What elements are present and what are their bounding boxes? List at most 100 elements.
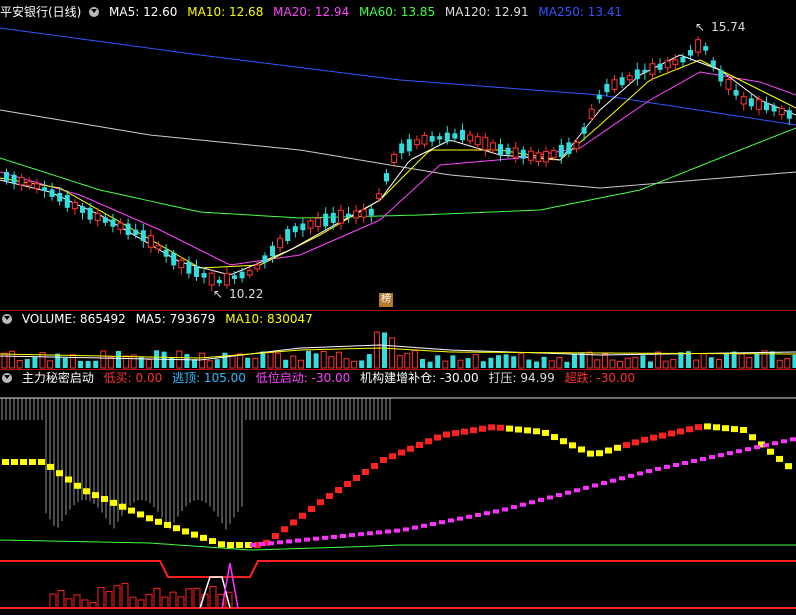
volume-bar bbox=[738, 353, 745, 369]
indicator-menu-icon[interactable] bbox=[2, 373, 12, 383]
ranking-badge[interactable]: 榜 bbox=[379, 293, 393, 307]
candle-body bbox=[26, 181, 33, 187]
volume-label: VOLUME: 865492 bbox=[21, 312, 126, 326]
indicator-block bbox=[668, 430, 675, 437]
indicator-block bbox=[362, 469, 369, 475]
candle-body bbox=[337, 209, 344, 224]
indicator-block bbox=[416, 442, 423, 448]
indicator-block bbox=[380, 457, 387, 463]
candle-body bbox=[452, 133, 458, 139]
indicator-bar bbox=[105, 591, 113, 609]
indicator-dot bbox=[466, 514, 472, 519]
candle-body bbox=[740, 96, 747, 105]
volume-bar bbox=[267, 351, 274, 369]
candle-body bbox=[710, 60, 716, 67]
indicator-dot bbox=[610, 478, 616, 483]
indicator-dot bbox=[412, 525, 418, 530]
indicator-bar bbox=[73, 594, 81, 609]
candle-body bbox=[353, 210, 360, 219]
indicator-diwei: 低位启动: -30.00 bbox=[255, 371, 351, 385]
indicator-block bbox=[101, 496, 108, 502]
candle-body bbox=[64, 194, 70, 208]
volume-bar bbox=[488, 357, 494, 368]
candle-body bbox=[368, 208, 374, 216]
candle-body bbox=[527, 150, 534, 161]
indicator-dot bbox=[718, 453, 724, 458]
indicator-block bbox=[713, 424, 720, 431]
volume-bar bbox=[260, 351, 266, 368]
indicator-dot bbox=[430, 522, 436, 526]
indicator-block bbox=[659, 432, 666, 439]
volume-bar bbox=[472, 354, 479, 369]
volume-bar bbox=[306, 350, 311, 368]
indicator-block bbox=[335, 487, 342, 493]
volume-bar bbox=[245, 357, 251, 368]
indicator-dot bbox=[592, 483, 598, 488]
candle-body bbox=[330, 212, 336, 223]
volume-bar bbox=[708, 357, 714, 368]
indicator-block bbox=[515, 426, 522, 433]
chart-canvas[interactable] bbox=[0, 0, 796, 615]
volume-bar bbox=[601, 353, 608, 369]
candle-body bbox=[725, 78, 732, 90]
volume-bar bbox=[351, 360, 358, 369]
indicator-block bbox=[443, 431, 450, 438]
indicator-block bbox=[740, 427, 747, 433]
indicator-block bbox=[92, 492, 99, 499]
indicator-block bbox=[389, 453, 396, 460]
candle-body bbox=[239, 271, 245, 279]
indicator-base-line bbox=[0, 539, 796, 551]
indicator-block bbox=[209, 538, 216, 545]
indicator-dot bbox=[781, 439, 787, 444]
indicator-block bbox=[2, 459, 9, 465]
volume-bar bbox=[564, 361, 570, 368]
volume-bar bbox=[237, 353, 244, 369]
volume-bar bbox=[420, 358, 425, 368]
volume-bar bbox=[107, 356, 114, 369]
candle-body bbox=[223, 273, 230, 286]
candle-body bbox=[588, 108, 595, 119]
candle-body bbox=[467, 134, 474, 142]
candle-body bbox=[110, 219, 116, 227]
volume-bar bbox=[404, 352, 411, 369]
volume-bar bbox=[229, 354, 236, 369]
candle-body bbox=[703, 46, 709, 51]
indicator-dot bbox=[691, 459, 697, 464]
indicator-block bbox=[110, 499, 117, 506]
volume-bar bbox=[222, 352, 228, 368]
ma250-line bbox=[0, 27, 796, 126]
candle-body bbox=[748, 98, 754, 107]
candle-body bbox=[216, 279, 222, 284]
candle-body bbox=[657, 63, 663, 70]
indicator-block bbox=[524, 427, 531, 434]
candle-body bbox=[125, 223, 131, 235]
indicator-block bbox=[191, 531, 198, 538]
indicator-block bbox=[434, 434, 441, 441]
candle-body bbox=[391, 153, 398, 164]
indicator-bar bbox=[193, 587, 201, 609]
candle-body bbox=[695, 39, 702, 53]
candle-body bbox=[778, 107, 785, 116]
indicator-step-line bbox=[0, 560, 796, 578]
volume-bar bbox=[594, 359, 601, 369]
indicator-block bbox=[398, 449, 405, 456]
candle-body bbox=[688, 50, 693, 56]
candle-body bbox=[18, 177, 25, 186]
indicator-block bbox=[677, 428, 684, 435]
candle-body bbox=[323, 213, 329, 227]
candle-body bbox=[80, 206, 85, 213]
indicator-dot bbox=[556, 493, 562, 498]
indicator-block bbox=[632, 439, 639, 446]
indicator-dot bbox=[313, 536, 319, 541]
candle-body bbox=[550, 149, 557, 158]
indicator-block bbox=[155, 518, 162, 525]
volume-menu-icon[interactable] bbox=[2, 314, 12, 324]
indicator-dot bbox=[664, 464, 670, 469]
volume-bar bbox=[297, 359, 304, 369]
indicator-block bbox=[551, 434, 558, 441]
candle-body bbox=[11, 174, 17, 183]
volume-bar bbox=[670, 358, 677, 369]
indicator-block bbox=[776, 455, 783, 462]
candle-body bbox=[642, 69, 648, 73]
indicator-block bbox=[785, 463, 792, 470]
